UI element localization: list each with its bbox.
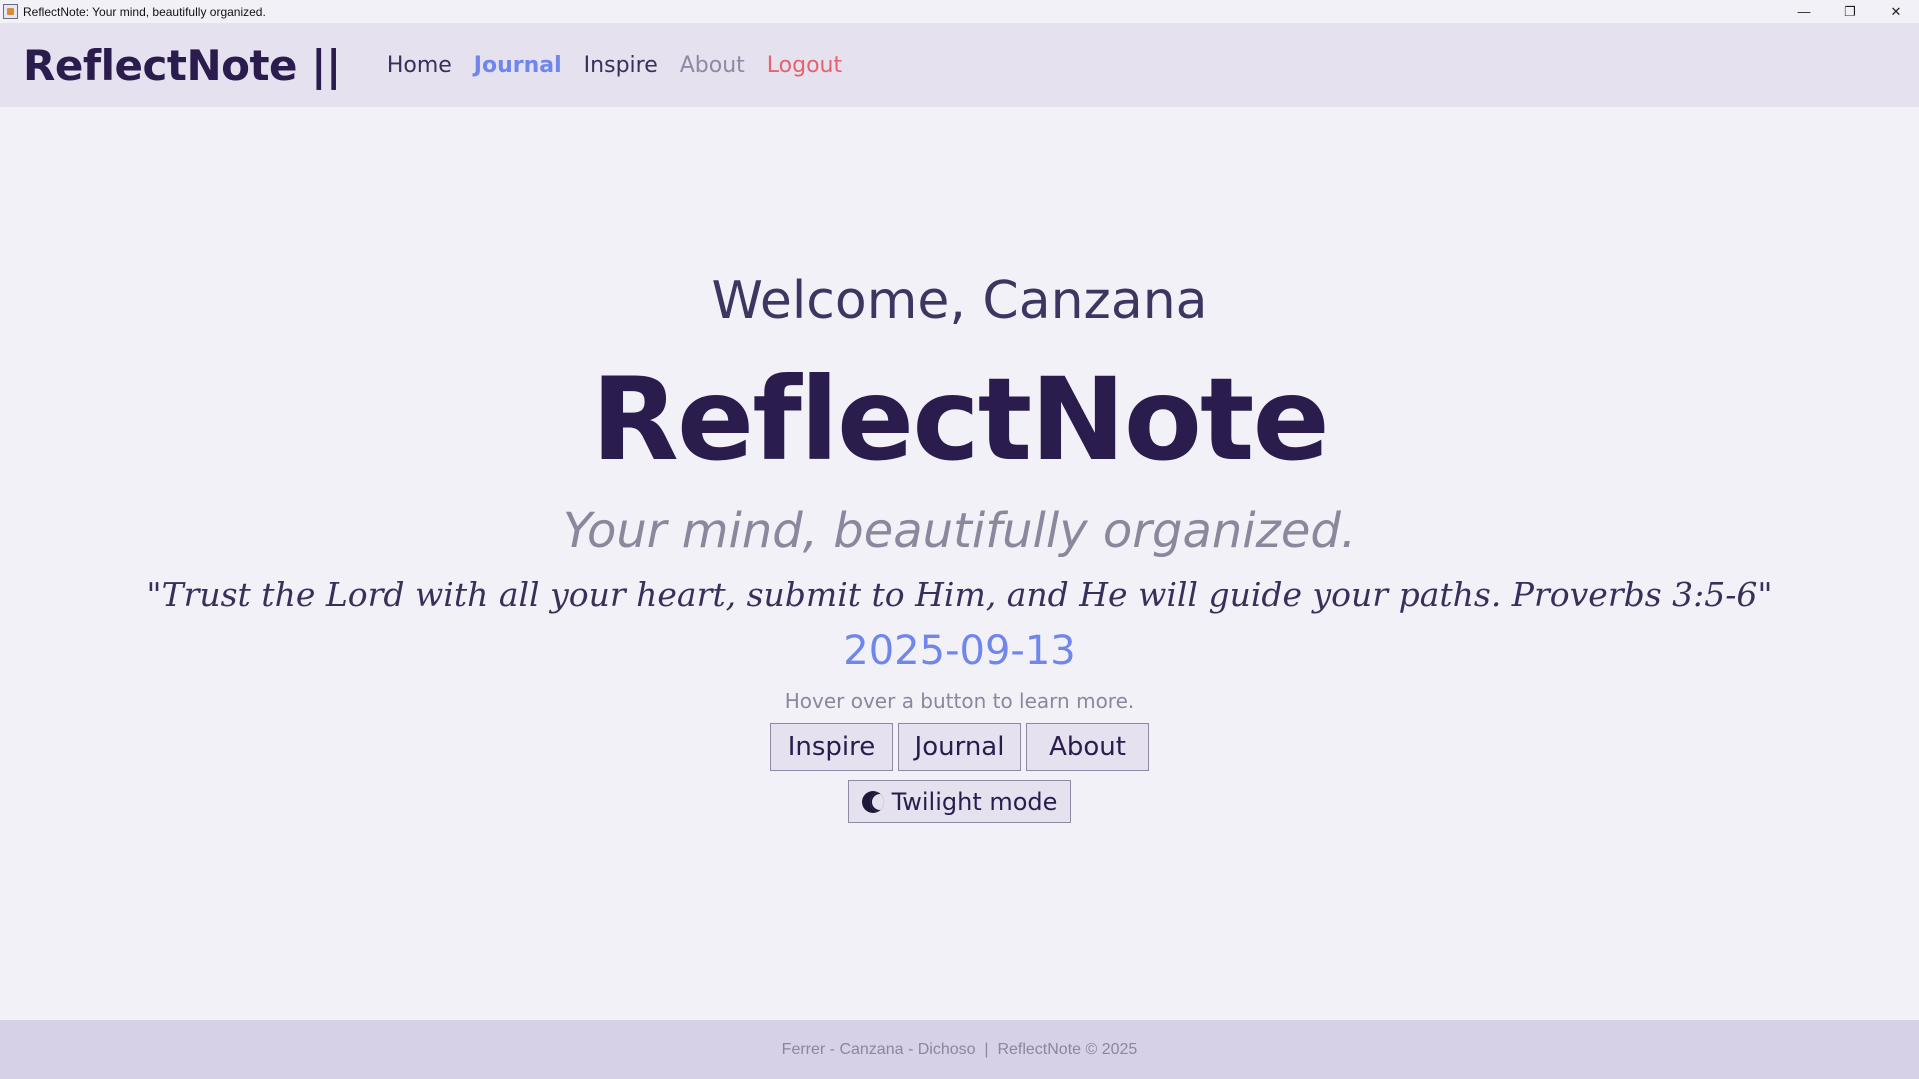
twilight-mode-label: Twilight mode bbox=[891, 787, 1058, 816]
tagline: Your mind, beautifully organized. bbox=[562, 503, 1357, 559]
current-date: 2025-09-13 bbox=[843, 628, 1076, 675]
java-app-icon bbox=[3, 4, 18, 19]
main-content: Welcome, Canzana ReflectNote Your mind, … bbox=[0, 107, 1919, 1020]
window-title: ReflectNote: Your mind, beautifully orga… bbox=[23, 4, 266, 19]
footer-credits: Ferrer - Canzana - Dichoso | ReflectNote… bbox=[781, 1040, 1138, 1058]
app-title: ReflectNote bbox=[591, 353, 1330, 486]
hover-hint: Hover over a button to learn more. bbox=[784, 689, 1135, 714]
footer: Ferrer - Canzana - Dichoso | ReflectNote… bbox=[0, 1020, 1919, 1079]
minimize-icon[interactable]: — bbox=[1781, 0, 1827, 23]
journal-button[interactable]: Journal bbox=[898, 723, 1021, 772]
nav-inspire-link[interactable]: Inspire bbox=[584, 53, 658, 78]
nav-journal-link[interactable]: Journal bbox=[474, 53, 562, 78]
window-controls: — ❐ ✕ bbox=[1781, 0, 1919, 23]
navbar: ReflectNote || Home Journal Inspire Abou… bbox=[0, 23, 1919, 107]
inspire-button[interactable]: Inspire bbox=[770, 723, 893, 772]
brand-logo: ReflectNote || bbox=[23, 40, 341, 90]
close-icon[interactable]: ✕ bbox=[1873, 0, 1919, 23]
about-button[interactable]: About bbox=[1026, 723, 1149, 772]
window-titlebar: ReflectNote: Your mind, beautifully orga… bbox=[0, 0, 1919, 23]
twilight-mode-button[interactable]: Twilight mode bbox=[848, 780, 1071, 824]
action-buttons: Inspire Journal About bbox=[770, 723, 1149, 772]
nav-about-link[interactable]: About bbox=[680, 53, 745, 78]
daily-quote: "Trust the Lord with all your heart, sub… bbox=[146, 575, 1773, 614]
nav-logout-link[interactable]: Logout bbox=[767, 53, 842, 78]
nav-links: Home Journal Inspire About Logout bbox=[387, 53, 864, 78]
moon-icon bbox=[861, 790, 884, 813]
welcome-message: Welcome, Canzana bbox=[711, 271, 1208, 331]
nav-home-link[interactable]: Home bbox=[387, 53, 452, 78]
restore-icon[interactable]: ❐ bbox=[1827, 0, 1873, 23]
